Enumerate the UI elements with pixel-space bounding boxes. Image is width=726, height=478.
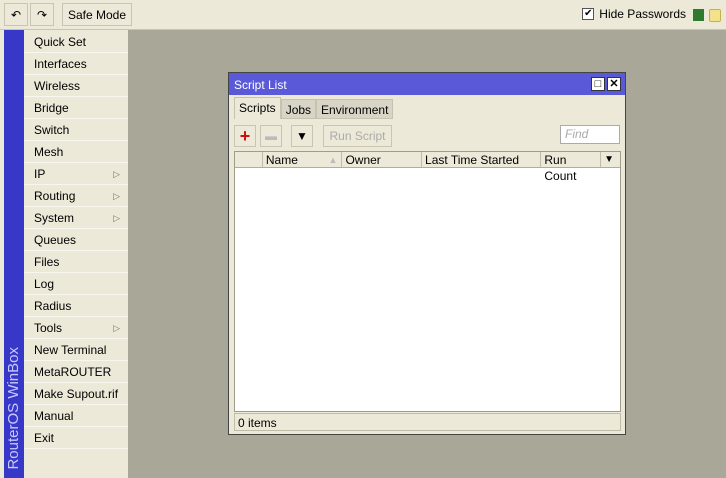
column-name-label: Name (265, 153, 298, 167)
column-header-owner[interactable]: Owner (342, 152, 423, 167)
redo-icon: ↷ (36, 7, 48, 22)
sidebar: RouterOS WinBox Quick Set Interfaces Wirel… (0, 30, 128, 478)
sidebar-item-label: Bridge (34, 101, 69, 115)
sidebar-item-label: Wireless (34, 79, 81, 93)
sidebar-item-label: MetaROUTER (34, 365, 112, 379)
filter-button[interactable]: ▼ (291, 125, 313, 147)
sidebar-item-make-supout-rif[interactable]: Make Supout.rif (24, 383, 128, 405)
status-bar: 0 items (234, 413, 621, 431)
redo-button[interactable]: ↷ (30, 3, 54, 26)
safe-mode-button[interactable]: Safe Mode (62, 3, 132, 26)
sidebar-item-label: IP (34, 167, 46, 181)
minus-icon: ▬ (265, 129, 277, 143)
sidebar-item-switch[interactable]: Switch (24, 119, 128, 141)
add-button[interactable]: + (234, 125, 256, 147)
run-script-button[interactable]: Run Script (323, 125, 392, 147)
sidebar-item-label: Radius (34, 299, 72, 313)
sidebar-item-label: Make Supout.rif (34, 387, 119, 401)
column-header-flags[interactable] (235, 152, 263, 167)
sidebar-item-mesh[interactable]: Mesh (24, 141, 128, 163)
hide-passwords-label: Hide Passwords (599, 7, 686, 21)
sidebar-item-label: Queues (34, 233, 77, 247)
sidebar-item-queues[interactable]: Queues (24, 229, 128, 251)
sidebar-item-label: New Terminal (34, 343, 107, 357)
tab-jobs[interactable]: Jobs (280, 99, 317, 119)
sidebar-item-label: System (34, 211, 75, 225)
sidebar-item-tools[interactable]: Tools ▷ (24, 317, 128, 339)
sidebar-item-radius[interactable]: Radius (24, 295, 128, 317)
sidebar-item-label: Interfaces (34, 57, 87, 71)
sidebar-item-quick-set[interactable]: Quick Set (24, 31, 128, 53)
sidebar-item-system[interactable]: System ▷ (24, 207, 128, 229)
lock-icon (709, 9, 721, 22)
sidebar-item-new-terminal[interactable]: New Terminal (24, 339, 128, 361)
find-input[interactable]: Find (560, 125, 620, 144)
sidebar-item-wireless[interactable]: Wireless (24, 75, 128, 97)
sidebar-item-label: Quick Set (34, 35, 87, 49)
status-indicator-icon (693, 9, 704, 21)
submenu-arrow-icon: ▷ (113, 323, 120, 333)
top-toolbar: ↶ ↷ Safe Mode ✔ Hide Passwords (0, 0, 726, 30)
tab-environment[interactable]: Environment (316, 99, 394, 119)
hide-passwords-checkbox[interactable]: ✔ Hide Passwords (582, 7, 686, 21)
filter-icon: ▼ (296, 129, 308, 143)
sidebar-item-manual[interactable]: Manual (24, 405, 128, 427)
submenu-arrow-icon: ▷ (113, 213, 120, 223)
maximize-button[interactable]: □ (591, 77, 605, 91)
sidebar-item-label: Switch (34, 123, 70, 137)
sidebar-item-bridge[interactable]: Bridge (24, 97, 128, 119)
sidebar-item-label: Files (34, 255, 60, 269)
sort-arrow-icon: ▲ (328, 155, 338, 165)
sidebar-item-ip[interactable]: IP ▷ (24, 163, 128, 185)
scripts-table: Name ▲ Owner Last Time Started Run Count … (234, 151, 621, 412)
column-header-name[interactable]: Name ▲ (263, 152, 343, 167)
submenu-arrow-icon: ▷ (113, 169, 120, 179)
sidebar-item-label: Manual (34, 409, 74, 423)
sidebar-item-label: Mesh (34, 145, 64, 159)
column-header-run-count[interactable]: Run Count (541, 152, 602, 183)
checkbox-icon: ✔ (582, 8, 595, 20)
sidebar-item-interfaces[interactable]: Interfaces (24, 53, 128, 75)
plus-icon: + (239, 125, 251, 146)
brand-label: RouterOS WinBox (5, 347, 22, 470)
sidebar-item-routing[interactable]: Routing ▷ (24, 185, 128, 207)
script-list-window: Script List □ ✕ Scripts Jobs Environment… (228, 72, 626, 435)
sidebar-item-label: Tools (34, 321, 63, 335)
column-header-last-time-started[interactable]: Last Time Started (422, 152, 542, 167)
brand-strip: RouterOS WinBox (4, 30, 24, 478)
undo-button[interactable]: ↶ (4, 3, 28, 26)
close-button[interactable]: ✕ (607, 77, 621, 91)
submenu-arrow-icon: ▷ (113, 191, 120, 201)
sidebar-item-metarouter[interactable]: MetaROUTER (24, 361, 128, 383)
sidebar-item-exit[interactable]: Exit (24, 427, 128, 449)
undo-icon: ↶ (10, 7, 22, 22)
sidebar-item-label: Routing (34, 189, 76, 203)
sidebar-item-files[interactable]: Files (24, 251, 128, 273)
tab-scripts[interactable]: Scripts (234, 97, 281, 119)
sidebar-item-log[interactable]: Log (24, 273, 128, 295)
window-titlebar[interactable]: Script List □ ✕ (229, 73, 625, 95)
remove-button[interactable]: ▬ (260, 125, 282, 147)
column-menu-button[interactable]: ▼ (601, 152, 620, 167)
window-title: Script List (234, 78, 287, 92)
sidebar-item-label: Log (34, 277, 55, 291)
sidebar-item-label: Exit (34, 431, 55, 445)
